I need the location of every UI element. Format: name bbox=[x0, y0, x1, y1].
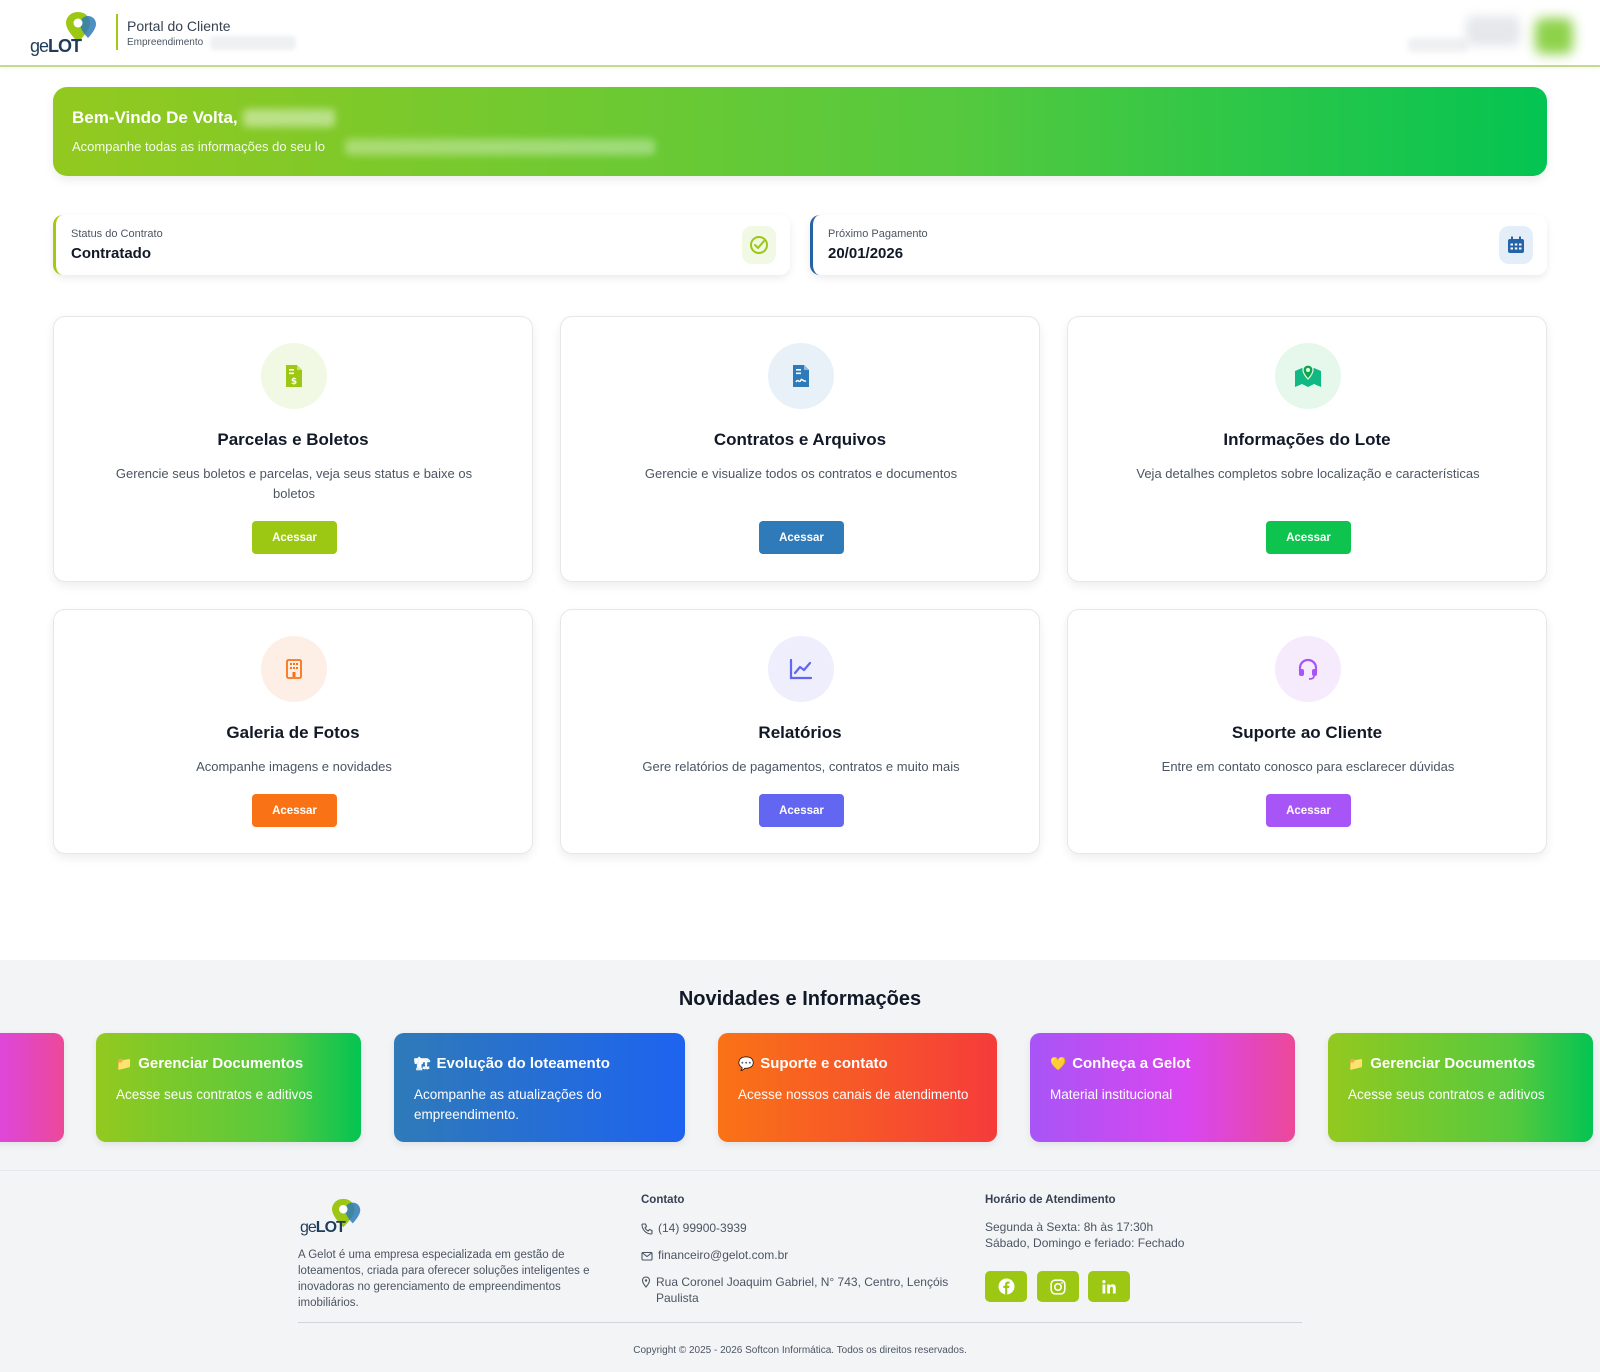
news-card-title: 🏗 Evolução do loteamento bbox=[414, 1055, 610, 1072]
card-relatorios: Relatórios Gere relatórios de pagamentos… bbox=[560, 609, 1040, 854]
logo-text: geLOT bbox=[30, 36, 82, 56]
user-avatar[interactable] bbox=[1535, 18, 1573, 54]
card-description: Entre em contato conosco para esclarecer… bbox=[1161, 759, 1455, 774]
chart-line-icon bbox=[768, 636, 834, 702]
news-card-evolucao[interactable]: 🏗 Evolução do loteamento Acompanhe as atu… bbox=[394, 1033, 685, 1142]
instagram-icon bbox=[1050, 1278, 1066, 1295]
hours-weekdays: Segunda à Sexta: 8h às 17:30h bbox=[985, 1220, 1154, 1234]
hours-weekend: Sábado, Domingo e feriado: Fechado bbox=[985, 1236, 1185, 1250]
contact-email[interactable]: financeiro@gelot.com.br bbox=[641, 1248, 788, 1262]
acessar-contratos-button[interactable]: Acessar bbox=[759, 521, 844, 554]
news-card-description: Material institucional bbox=[1050, 1087, 1173, 1102]
welcome-banner: Bem-Vindo De Volta, Acompanhe todas as i… bbox=[53, 87, 1547, 176]
footer-about: A Gelot é uma empresa especializada em g… bbox=[298, 1249, 590, 1309]
acessar-galeria-button[interactable]: Acessar bbox=[252, 794, 337, 827]
news-card-documentos-2[interactable]: 📁 Gerenciar Documentos Acesse seus contra… bbox=[1328, 1033, 1593, 1142]
redacted-user-name bbox=[243, 109, 335, 127]
location-pin-icon bbox=[641, 1276, 651, 1288]
contact-address: Rua Coronel Joaquim Gabriel, N° 743, Cen… bbox=[641, 1274, 961, 1306]
linkedin-icon bbox=[1102, 1279, 1116, 1293]
redacted-user-info bbox=[1408, 38, 1468, 52]
welcome-text: Acompanhe todas as informações do seu lo bbox=[72, 139, 325, 154]
acessar-suporte-button[interactable]: Acessar bbox=[1266, 794, 1351, 827]
news-card-title: 📁 Gerenciar Documentos bbox=[1348, 1055, 1536, 1072]
acessar-lote-button[interactable]: Acessar bbox=[1266, 521, 1351, 554]
construction-icon: 🏗 bbox=[414, 1056, 431, 1071]
card-title: Informações do Lote bbox=[1223, 430, 1391, 449]
news-section: Novidades e Informações 📁 Gerenciar Docum… bbox=[0, 960, 1600, 1170]
map-location-icon bbox=[1275, 343, 1341, 409]
check-circle-icon bbox=[742, 226, 776, 264]
redacted-lot-info bbox=[345, 139, 655, 155]
contact-heading: Contato bbox=[641, 1194, 685, 1206]
news-title: Novidades e Informações bbox=[678, 988, 922, 1010]
linkedin-button[interactable] bbox=[1088, 1271, 1130, 1302]
portal-title: Portal do Cliente bbox=[127, 18, 231, 34]
card-contratos-arquivos: Contratos e Arquivos Gerencie e visualiz… bbox=[560, 316, 1040, 582]
next-payment-card: Próximo Pagamento 20/01/2026 bbox=[810, 215, 1547, 275]
news-card-suporte[interactable]: 💬 Suporte e contato Acesse nossos canais … bbox=[718, 1033, 997, 1142]
footer-logo-text: geLOT bbox=[300, 1219, 346, 1236]
card-description: Gerencie e visualize todos os contratos … bbox=[644, 466, 958, 481]
calendar-icon bbox=[1499, 226, 1533, 264]
top-header: geLOT Portal do Cliente Empreendimento bbox=[0, 0, 1600, 67]
instagram-button[interactable] bbox=[1037, 1271, 1079, 1302]
card-galeria-fotos: Galeria de Fotos Acompanhe imagens e nov… bbox=[53, 609, 533, 854]
news-card-description: Acesse seus contratos e aditivos bbox=[1348, 1087, 1545, 1102]
welcome-title: Bem-Vindo De Volta, bbox=[72, 108, 238, 127]
copyright: Copyright © 2025 - 2026 Softcon Informát… bbox=[633, 1345, 967, 1356]
card-suporte-cliente: Suporte ao Cliente Entre em contato cono… bbox=[1067, 609, 1547, 854]
card-description: Gerencie seus boletos e parcelas, veja s… bbox=[115, 466, 473, 501]
news-card-description: Acompanhe as atualizações do empreendime… bbox=[414, 1087, 602, 1122]
headset-icon bbox=[1275, 636, 1341, 702]
heart-icon: 💛 bbox=[1050, 1056, 1067, 1071]
news-card-title: 💛 Conheça a Gelot bbox=[1050, 1055, 1191, 1072]
contract-status-label: Status do Contrato bbox=[71, 228, 163, 240]
folder-icon: 📁 bbox=[1348, 1056, 1365, 1071]
card-parcelas-boletos: $ Parcelas e Boletos Gerencie seus bolet… bbox=[53, 316, 533, 582]
next-payment-label: Próximo Pagamento bbox=[828, 228, 928, 240]
facebook-button[interactable] bbox=[985, 1271, 1027, 1302]
card-title: Contratos e Arquivos bbox=[713, 430, 887, 449]
contract-status-value: Contratado bbox=[71, 245, 151, 262]
header-divider bbox=[116, 14, 118, 50]
portal-subtitle: Empreendimento bbox=[127, 37, 204, 48]
phone-icon bbox=[641, 1223, 653, 1235]
chat-icon: 💬 bbox=[738, 1056, 755, 1071]
card-title: Suporte ao Cliente bbox=[1231, 723, 1383, 742]
news-card-documentos[interactable]: 📁 Gerenciar Documentos Acesse seus contra… bbox=[96, 1033, 361, 1142]
card-title: Relatórios bbox=[758, 723, 842, 742]
card-description: Veja detalhes completos sobre localizaçã… bbox=[1136, 466, 1480, 481]
footer-divider bbox=[298, 1322, 1302, 1323]
news-card-description: Acesse nossos canais de atendimento bbox=[738, 1087, 969, 1102]
footer-logo[interactable]: geLOT bbox=[298, 1197, 368, 1237]
building-icon bbox=[261, 636, 327, 702]
card-title: Galeria de Fotos bbox=[226, 723, 360, 742]
gelot-logo[interactable]: geLOT bbox=[28, 10, 104, 56]
mail-icon bbox=[641, 1251, 653, 1261]
acessar-parcelas-button[interactable]: Acessar bbox=[252, 521, 337, 554]
card-informacoes-lote: Informações do Lote Veja detalhes comple… bbox=[1067, 316, 1547, 582]
facebook-icon bbox=[998, 1278, 1014, 1295]
news-card-title: 📁 Gerenciar Documentos bbox=[116, 1055, 304, 1072]
acessar-relatorios-button[interactable]: Acessar bbox=[759, 794, 844, 827]
contract-file-icon bbox=[768, 343, 834, 409]
redacted-user-menu[interactable] bbox=[1466, 16, 1520, 46]
next-payment-value: 20/01/2026 bbox=[828, 245, 904, 262]
hours-heading: Horário de Atendimento bbox=[985, 1194, 1116, 1206]
invoice-dollar-icon: $ bbox=[261, 343, 327, 409]
card-title: Parcelas e Boletos bbox=[217, 430, 369, 449]
news-card-title: 💬 Suporte e contato bbox=[738, 1055, 888, 1072]
footer: geLOT A Gelot é uma empresa especializad… bbox=[0, 1170, 1600, 1372]
news-card-partial[interactable] bbox=[0, 1033, 64, 1142]
svg-text:$: $ bbox=[291, 377, 297, 387]
contract-status-card: Status do Contrato Contratado bbox=[53, 215, 790, 275]
card-description: Gere relatórios de pagamentos, contratos… bbox=[642, 759, 960, 774]
contact-phone[interactable]: (14) 99900-3939 bbox=[641, 1221, 747, 1235]
folder-icon: 📁 bbox=[116, 1056, 133, 1071]
news-card-description: Acesse seus contratos e aditivos bbox=[116, 1087, 313, 1102]
redacted-development-name bbox=[210, 36, 296, 50]
news-card-conheca[interactable]: 💛 Conheça a Gelot Material institucional bbox=[1030, 1033, 1295, 1142]
card-description: Acompanhe imagens e novidades bbox=[196, 759, 392, 774]
